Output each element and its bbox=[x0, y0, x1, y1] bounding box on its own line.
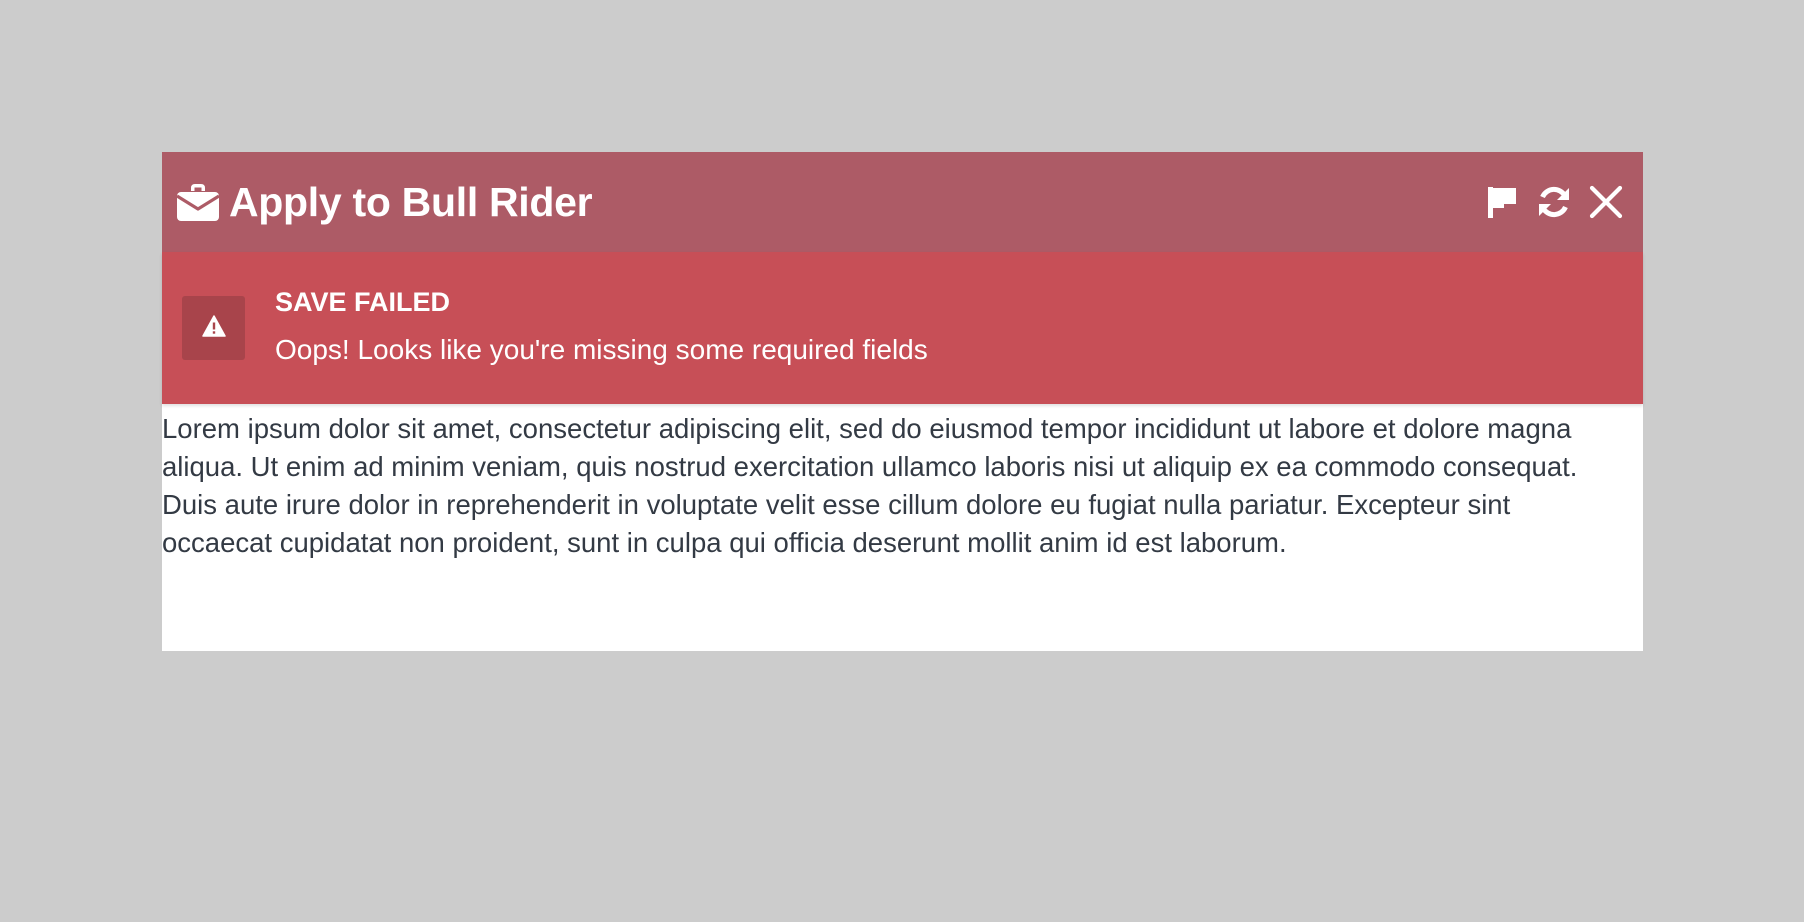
modal-title: Apply to Bull Rider bbox=[229, 178, 593, 225]
warning-icon bbox=[201, 314, 226, 342]
alert-message: Oops! Looks like you're missing some req… bbox=[275, 334, 928, 365]
modal-dialog: Apply to Bull Rider SAVE FAILED Oops! Lo… bbox=[162, 152, 1643, 651]
alert-title: SAVE FAILED bbox=[275, 287, 451, 317]
alert-icon-box bbox=[182, 296, 245, 360]
header-actions bbox=[1483, 183, 1625, 221]
briefcase-envelope-icon bbox=[176, 180, 220, 224]
body-paragraph: Lorem ipsum dolor sit amet, consectetur … bbox=[162, 413, 1578, 558]
flag-icon[interactable] bbox=[1483, 183, 1521, 221]
close-icon[interactable] bbox=[1587, 183, 1625, 221]
refresh-icon[interactable] bbox=[1535, 183, 1573, 221]
modal-header: Apply to Bull Rider bbox=[162, 152, 1643, 252]
error-alert: SAVE FAILED Oops! Looks like you're miss… bbox=[162, 252, 1643, 404]
